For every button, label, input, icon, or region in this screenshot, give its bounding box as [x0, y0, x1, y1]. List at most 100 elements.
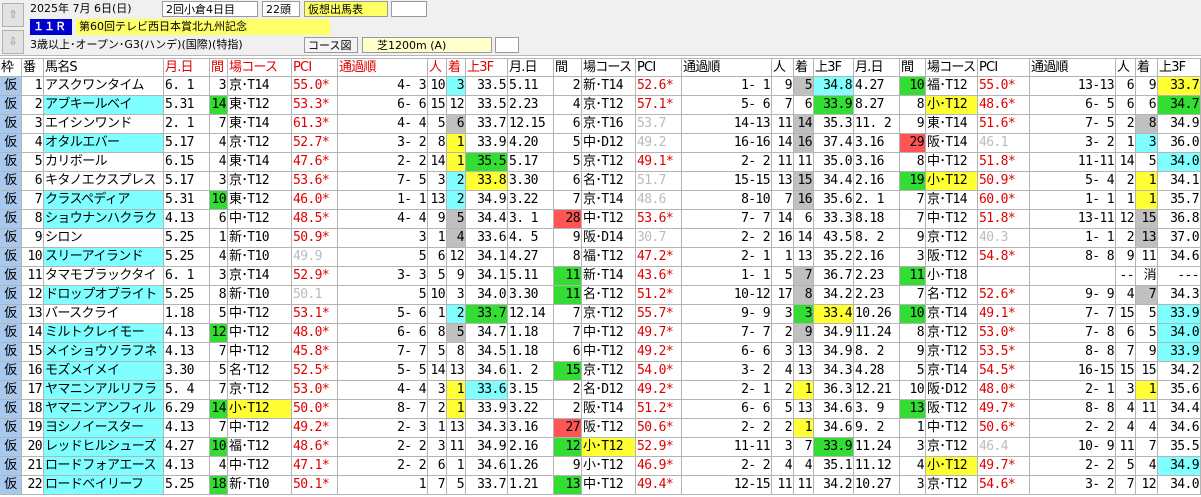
- cell-name[interactable]: シロン: [44, 229, 164, 248]
- cell-name[interactable]: ショウナンハクラク: [44, 210, 164, 229]
- cell-waku[interactable]: 仮: [0, 210, 22, 229]
- table-row[interactable]: 仮 14 ミルトクレイモー 4.13 12 中･T12 48.0* 6- 6 8 5 34.7 1.1…: [0, 324, 1201, 343]
- cell-waku[interactable]: 仮: [0, 457, 22, 476]
- table-row[interactable]: 仮 2 アブキールベイ 5.31 14 東･T12 53.3* 6- 6 15 12 33.5 2.2…: [0, 96, 1201, 115]
- cell-waku[interactable]: 仮: [0, 191, 22, 210]
- mode-blank-field[interactable]: [391, 1, 427, 17]
- cell-name[interactable]: クラスペディア: [44, 191, 164, 210]
- table-row[interactable]: 仮 11 タマモブラックタイ 6. 1 3 京･T14 52.9* 3- 3 5 9 34.1 5.1…: [0, 267, 1201, 286]
- column-header-i1[interactable]: 間: [210, 58, 228, 77]
- cell-waku[interactable]: 仮: [0, 438, 22, 457]
- column-header-name[interactable]: 馬名S: [44, 58, 164, 77]
- column-header-r3[interactable]: 着: [1136, 58, 1158, 77]
- table-row[interactable]: 仮 17 ヤマニンアルリフラ 5. 4 7 京･T12 53.0* 4- 4 3 1 33.6 3.1…: [0, 381, 1201, 400]
- table-row[interactable]: 仮 16 モズメイメイ 3.30 5 名･T12 52.5* 5- 5 14 13 34.6 1. 2…: [0, 362, 1201, 381]
- cell-name[interactable]: アブキールベイ: [44, 96, 164, 115]
- column-header-t2[interactable]: 通過順: [682, 58, 772, 77]
- cell-name[interactable]: モズメイメイ: [44, 362, 164, 381]
- cell-waku[interactable]: 仮: [0, 77, 22, 96]
- cell-name[interactable]: カリボール: [44, 153, 164, 172]
- cell-name[interactable]: レッドヒルシューズ: [44, 438, 164, 457]
- cell-name[interactable]: メイショウソラフネ: [44, 343, 164, 362]
- column-header-f1[interactable]: 上3F: [466, 58, 508, 77]
- table-row[interactable]: 仮 18 ヤマニンアンフィル 6.29 14 小･T12 50.0* 8- 7 2 1 33.9 3.…: [0, 400, 1201, 419]
- cell-waku[interactable]: 仮: [0, 419, 22, 438]
- column-header-ban[interactable]: 番: [22, 58, 44, 77]
- table-row[interactable]: 仮 6 キタノエクスプレス 5.17 3 京･T12 53.6* 7- 5 3 2 33.8 3.30…: [0, 172, 1201, 191]
- table-row[interactable]: 仮 15 メイショウソラフネ 4.13 7 中･T12 45.8* 7- 7 5 8 34.5 1.1…: [0, 343, 1201, 362]
- cell-waku[interactable]: 仮: [0, 134, 22, 153]
- table-row[interactable]: 仮 19 ヨシノイースター 4.13 7 中･T12 49.2* 2- 3 1 13 34.3 3.1…: [0, 419, 1201, 438]
- cell-waku[interactable]: 仮: [0, 153, 22, 172]
- column-header-waku[interactable]: 枠: [0, 58, 22, 77]
- cell-waku[interactable]: 仮: [0, 305, 22, 324]
- cell-waku[interactable]: 仮: [0, 476, 22, 495]
- column-header-d2[interactable]: 月.日: [508, 58, 554, 77]
- column-header-t1[interactable]: 通過順: [338, 58, 428, 77]
- cell-name[interactable]: ロードベイリーフ: [44, 476, 164, 495]
- prev-race-button[interactable]: ⇧: [2, 3, 24, 27]
- table-row[interactable]: 仮 21 ロードフォアエース 4.13 4 中･T12 47.1* 2- 2 6 1 34.6 1.2…: [0, 457, 1201, 476]
- table-row[interactable]: 仮 8 ショウナンハクラク 4.13 6 中･T12 48.5* 4- 4 9 5 34.4 3. 1…: [0, 210, 1201, 229]
- column-header-i2[interactable]: 間: [554, 58, 582, 77]
- column-header-d3[interactable]: 月.日: [854, 58, 900, 77]
- column-header-c2[interactable]: 場コース: [582, 58, 636, 77]
- cell-name[interactable]: ドロップオブライト: [44, 286, 164, 305]
- cell-waku[interactable]: 仮: [0, 267, 22, 286]
- cell-name[interactable]: オタルエバー: [44, 134, 164, 153]
- cell-name[interactable]: エイシンワンド: [44, 115, 164, 134]
- table-row[interactable]: 仮 20 レッドヒルシューズ 4.27 10 福･T12 48.6* 2- 2 3 11 34.9 2…: [0, 438, 1201, 457]
- cell-waku[interactable]: 仮: [0, 343, 22, 362]
- cell-name[interactable]: ミルトクレイモー: [44, 324, 164, 343]
- table-row[interactable]: 仮 9 シロン 5.25 1 新･T10 50.9* 3 1 4 33.6 4. 5 9 阪･D14 30.…: [0, 229, 1201, 248]
- column-header-p2[interactable]: PCI: [636, 58, 682, 77]
- column-header-f3[interactable]: 上3F: [1158, 58, 1201, 77]
- cell-name[interactable]: タマモブラックタイ: [44, 267, 164, 286]
- table-row[interactable]: 仮 13 バースクライ 1.18 5 中･T12 53.1* 5- 6 1 2 33.7 12.14 7…: [0, 305, 1201, 324]
- column-header-d1[interactable]: 月.日: [164, 58, 210, 77]
- column-header-r1[interactable]: 着: [447, 58, 466, 77]
- table-row[interactable]: 仮 10 スリーアイランド 5.25 4 新･T10 49.9 5 6 12 34.1 4.27 8 福･…: [0, 248, 1201, 267]
- cell-name[interactable]: アスクワンタイム: [44, 77, 164, 96]
- column-header-p3[interactable]: PCI: [978, 58, 1030, 77]
- table-row[interactable]: 仮 3 エイシンワンド 2. 1 7 東･T14 61.3* 4- 4 5 6 33.7 12.15 6…: [0, 115, 1201, 134]
- cell-waku[interactable]: 仮: [0, 96, 22, 115]
- course-blank-field[interactable]: [495, 37, 519, 53]
- cell-name[interactable]: ロードフォアエース: [44, 457, 164, 476]
- cell-r1: 12: [447, 248, 466, 267]
- column-header-p1[interactable]: PCI: [292, 58, 338, 77]
- cell-name[interactable]: ヨシノイースター: [44, 419, 164, 438]
- column-header-c1[interactable]: 場コース: [228, 58, 292, 77]
- cell-name[interactable]: ヤマニンアルリフラ: [44, 381, 164, 400]
- table-row[interactable]: 仮 7 クラスペディア 5.31 10 東･T12 46.0* 1- 1 13 2 34.9 3.22…: [0, 191, 1201, 210]
- column-header-i3[interactable]: 間: [900, 58, 926, 77]
- next-race-button[interactable]: ⇩: [2, 30, 24, 54]
- cell-name[interactable]: バースクライ: [44, 305, 164, 324]
- column-header-c3[interactable]: 場コース: [926, 58, 978, 77]
- column-header-r2[interactable]: 着: [794, 58, 814, 77]
- table-row[interactable]: 仮 4 オタルエバー 5.17 4 京･T12 52.7* 3- 2 8 1 33.9 4.20 5 中･…: [0, 134, 1201, 153]
- course-map-button[interactable]: コース図: [304, 37, 358, 53]
- cell-waku[interactable]: 仮: [0, 115, 22, 134]
- cell-waku[interactable]: 仮: [0, 248, 22, 267]
- table-row[interactable]: 仮 5 カリボール 6.15 4 東･T14 47.6* 2- 2 14 1 35.5 5.17 5 京･…: [0, 153, 1201, 172]
- column-header-f2[interactable]: 上3F: [814, 58, 854, 77]
- cell-name[interactable]: キタノエクスプレス: [44, 172, 164, 191]
- column-header-t3[interactable]: 通過順: [1030, 58, 1116, 77]
- table-row[interactable]: 仮 12 ドロップオブライト 5.25 8 新･T10 50.1 5 10 3 34.0 3.30 11…: [0, 286, 1201, 305]
- table-row[interactable]: 仮 22 ロードベイリーフ 5.25 18 新･T10 50.1* 1 7 5 33.7 1.21 13…: [0, 476, 1201, 495]
- cell-waku[interactable]: 仮: [0, 286, 22, 305]
- column-header-n2[interactable]: 人: [772, 58, 794, 77]
- cell-waku[interactable]: 仮: [0, 362, 22, 381]
- cell-waku[interactable]: 仮: [0, 381, 22, 400]
- virtual-entries-mode[interactable]: 仮想出馬表: [304, 1, 388, 17]
- cell-waku[interactable]: 仮: [0, 229, 22, 248]
- table-row[interactable]: 仮 1 アスクワンタイム 6. 1 3 京･T14 55.0* 4- 3 10 3 33.5 5.11…: [0, 77, 1201, 96]
- cell-waku[interactable]: 仮: [0, 172, 22, 191]
- cell-name[interactable]: ヤマニンアンフィル: [44, 400, 164, 419]
- column-header-n1[interactable]: 人: [428, 58, 447, 77]
- cell-waku[interactable]: 仮: [0, 400, 22, 419]
- cell-waku[interactable]: 仮: [0, 324, 22, 343]
- cell-name[interactable]: スリーアイランド: [44, 248, 164, 267]
- column-header-n3[interactable]: 人: [1116, 58, 1136, 77]
